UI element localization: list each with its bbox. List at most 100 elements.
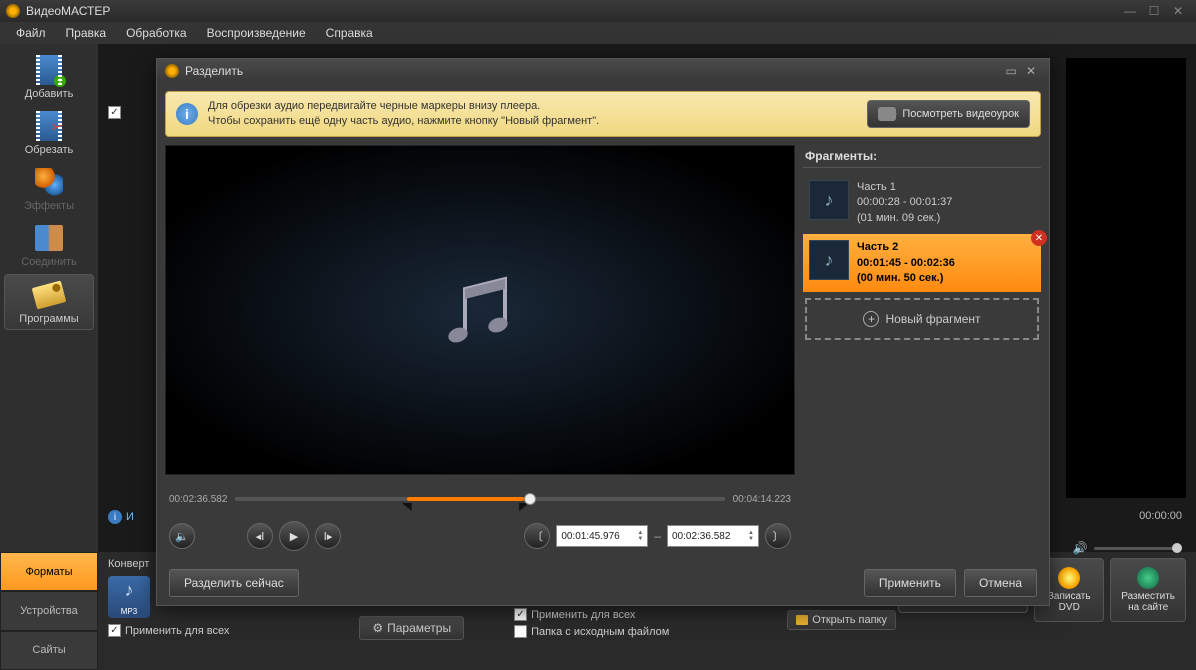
open-folder-label: Открыть папку (812, 614, 887, 626)
hint-line1: Для обрезки аудио передвигайте черные ма… (208, 99, 857, 114)
apply-all-2-row[interactable]: ✓ Применить для всех (514, 608, 669, 621)
fragment-item[interactable]: ♪ Часть 1 00:00:28 - 00:01:37 (01 мин. 0… (803, 174, 1041, 232)
open-folder-button[interactable]: Открыть папку (787, 610, 896, 630)
watch-tutorial-button[interactable]: Посмотреть видеоурок (867, 100, 1030, 128)
fragment-name: Часть 2 (857, 241, 898, 253)
apply-all-label: Применить для всех (125, 625, 229, 637)
gear-icon: ⚙ (372, 621, 383, 635)
fragments-list: ♪ Часть 1 00:00:28 - 00:01:37 (01 мин. 0… (803, 168, 1041, 553)
dialog-logo-icon (165, 64, 179, 78)
dialog-restore-button[interactable]: ▭ (1001, 64, 1021, 78)
sidebar-add[interactable]: + Добавить (4, 50, 94, 104)
list-item-checkbox[interactable]: ✓ (108, 106, 121, 119)
close-button[interactable]: ✕ (1166, 4, 1190, 18)
set-in-button[interactable]: 〔 (524, 523, 550, 549)
menu-help[interactable]: Справка (318, 24, 381, 42)
film-add-icon: + (36, 55, 62, 85)
sidebar-effects[interactable]: Эффекты (4, 162, 94, 216)
info-icon: i (176, 103, 198, 125)
programs-icon (32, 280, 67, 309)
sidebar-programs[interactable]: Программы (4, 274, 94, 330)
titlebar: ВидеоМАСТЕР — ☐ ✕ (0, 0, 1196, 22)
sidebar-join[interactable]: Соединить (4, 218, 94, 272)
sidebar: + Добавить ✂ Обрезать Эффекты Соединить … (0, 44, 98, 552)
step-fwd-button[interactable]: Ⅰ▸ (315, 523, 341, 549)
menubar: Файл Правка Обработка Воспроизведение Сп… (0, 22, 1196, 44)
set-out-button[interactable]: 〕 (765, 523, 791, 549)
apply-all-row[interactable]: ✓ Применить для всех (108, 624, 229, 637)
sidebar-effects-label: Эффекты (24, 200, 74, 212)
sidebar-cut-label: Обрезать (25, 144, 74, 156)
music-note-icon (430, 259, 530, 362)
mute-button[interactable]: 🔈 (169, 523, 195, 549)
player-view (165, 145, 795, 475)
app-logo-icon (6, 4, 20, 18)
camera-icon (878, 107, 896, 121)
play-button[interactable]: ▶ (279, 521, 309, 551)
in-time-spinner[interactable]: ▲▼ (637, 530, 643, 542)
mp3-format-icon[interactable]: MP3 (108, 576, 150, 618)
join-icon (35, 225, 63, 251)
source-folder-checkbox[interactable] (514, 625, 527, 638)
out-time-spinner[interactable]: ▲▼ (748, 530, 754, 542)
sidebar-join-label: Соединить (21, 256, 77, 268)
out-time-value: 00:02:36.582 (672, 531, 730, 542)
apply-button[interactable]: Применить (864, 569, 956, 597)
plus-icon: + (863, 311, 879, 327)
film-cut-icon: ✂ (36, 111, 62, 141)
time-dash: – (654, 529, 661, 543)
time-left-label: 00:02:36.582 (169, 494, 227, 505)
in-time-field[interactable]: 00:01:45.976 ▲▼ (556, 525, 648, 547)
preview-pane (1066, 58, 1186, 498)
step-back-button[interactable]: ◂Ⅰ (247, 523, 273, 549)
fragments-title: Фрагменты: (803, 145, 1041, 168)
maximize-button[interactable]: ☐ (1142, 4, 1166, 18)
fragment-duration: (01 мин. 09 сек.) (857, 211, 1035, 226)
watch-tutorial-label: Посмотреть видеоурок (902, 108, 1019, 120)
sidebar-programs-label: Программы (19, 313, 78, 325)
sidebar-cut[interactable]: ✂ Обрезать (4, 106, 94, 160)
params-label: Параметры (387, 621, 451, 635)
dialog-close-button[interactable]: ✕ (1021, 64, 1041, 78)
marker-in[interactable] (402, 503, 412, 511)
params-button[interactable]: ⚙ Параметры (359, 616, 464, 640)
tab-formats[interactable]: Форматы (0, 552, 98, 591)
split-now-button[interactable]: Разделить сейчас (169, 569, 299, 597)
scrubber[interactable] (524, 493, 536, 505)
apply-all-checkbox[interactable]: ✓ (108, 624, 121, 637)
fragment-item[interactable]: ♪ Часть 2 00:01:45 - 00:02:36 (00 мин. 5… (803, 234, 1041, 292)
fragment-thumb-icon: ♪ (809, 240, 849, 280)
timeline: 00:02:36.582 00:04:14.223 (165, 483, 795, 515)
in-time-value: 00:01:45.976 (561, 531, 619, 542)
publish-button[interactable]: Разместить на сайте (1110, 558, 1186, 622)
cancel-button[interactable]: Отмена (964, 569, 1037, 597)
preview-time: 00:00:00 (1139, 510, 1182, 522)
menu-edit[interactable]: Правка (58, 24, 115, 42)
timeline-track[interactable] (235, 489, 724, 509)
dialog-footer: Разделить сейчас Применить Отмена (157, 561, 1049, 605)
fragment-range: 00:01:45 - 00:02:36 (857, 257, 955, 269)
menu-file[interactable]: Файл (8, 24, 54, 42)
new-fragment-label: Новый фрагмент (885, 312, 980, 326)
menu-process[interactable]: Обработка (118, 24, 195, 42)
fragment-duration: (00 мин. 50 сек.) (857, 272, 943, 284)
dvd-icon (1058, 567, 1080, 589)
source-folder-label: Папка с исходным файлом (531, 626, 669, 638)
tab-devices[interactable]: Устройства (0, 591, 98, 630)
dialog-title: Разделить (185, 64, 1001, 78)
new-fragment-button[interactable]: + Новый фрагмент (805, 298, 1039, 340)
minimize-button[interactable]: — (1118, 4, 1142, 18)
info-icon: i (108, 510, 122, 524)
apply-all-2-checkbox[interactable]: ✓ (514, 608, 527, 621)
out-time-field[interactable]: 00:02:36.582 ▲▼ (667, 525, 759, 547)
folder-icon (796, 615, 808, 625)
menu-play[interactable]: Воспроизведение (199, 24, 314, 42)
fragment-delete-button[interactable]: ✕ (1031, 230, 1047, 246)
fragment-range: 00:00:28 - 00:01:37 (857, 195, 1035, 210)
source-folder-row[interactable]: Папка с исходным файлом (514, 625, 669, 638)
fragment-thumb-icon: ♪ (809, 180, 849, 220)
dialog-titlebar: Разделить ▭ ✕ (157, 59, 1049, 83)
tab-sites[interactable]: Сайты (0, 631, 98, 670)
effects-icon (35, 168, 63, 196)
volume-slider[interactable] (1094, 547, 1182, 550)
